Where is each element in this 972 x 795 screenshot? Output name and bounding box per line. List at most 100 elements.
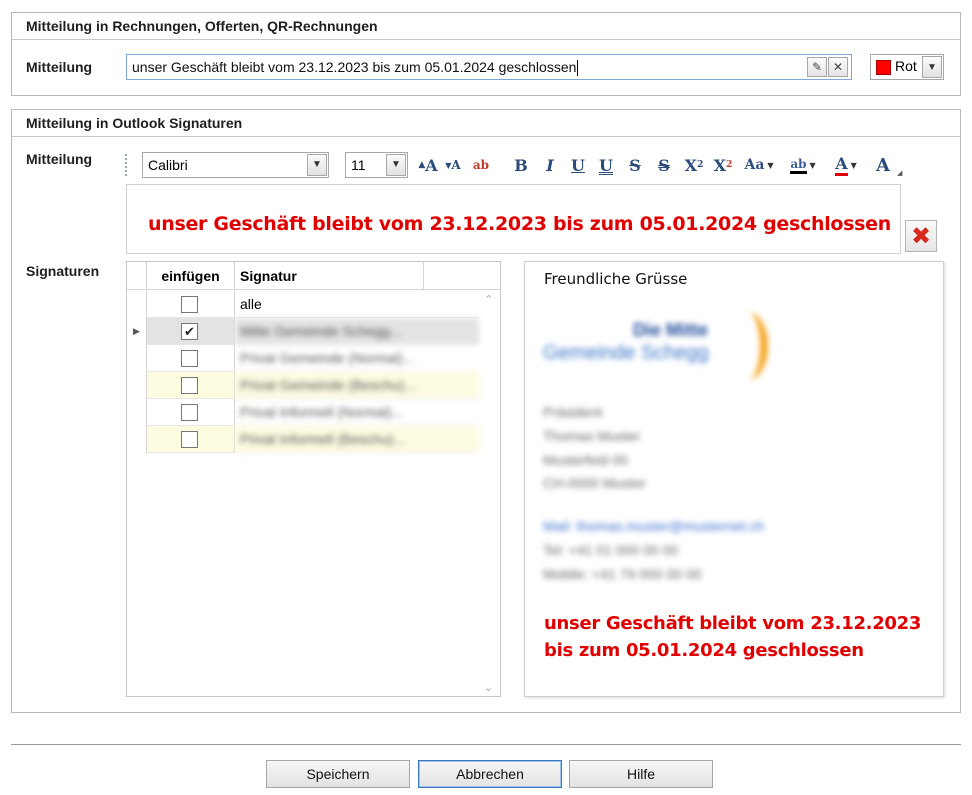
subscript-icon[interactable]: X2 xyxy=(712,154,734,176)
logo-arc xyxy=(728,312,768,380)
preview-line: Tel: +41 01 000 00 00 xyxy=(543,542,679,558)
underline-icon[interactable]: U xyxy=(569,154,587,176)
table-row[interactable]: Privat Gemeinde (Normal)... xyxy=(127,345,479,372)
invoice-message-label: Mitteilung xyxy=(26,59,93,75)
signature-preview: Freundliche Grüsse Die Mitte Gemeinde Sc… xyxy=(524,261,944,697)
font-size-value: 11 xyxy=(351,157,366,173)
grid-header-filler xyxy=(424,262,500,290)
grid-scrollbar[interactable]: ⌃ ⌄ xyxy=(480,291,500,696)
grid-header: einfügen Signatur xyxy=(127,262,500,290)
clear-format-icon[interactable]: ab xyxy=(470,154,492,176)
preview-line: Thomas Muster xyxy=(543,428,641,444)
table-row[interactable]: Privat Informell (Normal)... xyxy=(127,399,479,426)
insert-checkbox[interactable] xyxy=(181,296,198,313)
insert-checkbox[interactable] xyxy=(181,377,198,394)
chevron-down-icon[interactable]: ▼ xyxy=(386,154,406,176)
signature-cell: Privat Informell (Normal)... xyxy=(235,399,479,426)
insert-checkbox[interactable]: ✔ xyxy=(181,323,198,340)
invoice-message-group: Mitteilung in Rechnungen, Offerten, QR-R… xyxy=(11,12,961,96)
outlook-message-label: Mitteilung xyxy=(26,151,93,167)
font-family-select[interactable]: Calibri ▼ xyxy=(142,152,329,178)
insert-cell xyxy=(147,426,235,453)
invoice-message-group-title: Mitteilung in Rechnungen, Offerten, QR-R… xyxy=(12,13,960,40)
table-row[interactable]: ▶ ✔ Mitte Gemeinde Schegg... xyxy=(127,318,479,345)
formatting-toolbar: Calibri ▼ 11 ▼ ▲ A ▼ A ab B I U U S S X2 X… xyxy=(125,151,905,179)
toolbar-grip[interactable] xyxy=(125,154,129,176)
bold-icon[interactable]: B xyxy=(512,154,530,176)
double-underline-icon[interactable]: U xyxy=(597,154,615,176)
outlook-message-group-title: Mitteilung in Outlook Signaturen xyxy=(12,110,960,137)
outlook-message-group: Mitteilung in Outlook Signaturen Mitteil… xyxy=(11,109,961,713)
double-strikethrough-icon[interactable]: S xyxy=(655,154,673,176)
close-icon[interactable]: ✕ xyxy=(828,57,848,77)
preview-line: Mobile: +41 79 000 00 00 xyxy=(543,566,702,582)
signature-cell: Privat Gemeinde (Beschu)... xyxy=(235,372,479,399)
highlight-icon[interactable]: ab ▼ xyxy=(784,154,822,176)
preview-line: Mail: thomas.muster@musternet.ch xyxy=(543,518,765,534)
text-caret xyxy=(577,60,579,77)
font-size-select[interactable]: 11 ▼ xyxy=(345,152,408,178)
grow-font-icon[interactable]: ▲ A xyxy=(417,154,439,176)
font-family-value: Calibri xyxy=(148,157,188,173)
signatures-label: Signaturen xyxy=(26,263,100,279)
preview-line: Musterfeld 00 xyxy=(543,452,628,468)
scroll-up-icon[interactable]: ⌃ xyxy=(484,293,493,306)
chevron-down-icon[interactable]: ▼ xyxy=(922,56,942,78)
preview-line: Präsident xyxy=(543,404,603,420)
text-effects-icon[interactable]: A xyxy=(871,154,895,176)
insert-checkbox[interactable] xyxy=(181,404,198,421)
footer-divider xyxy=(11,744,961,745)
preview-line: CH-0000 Muster xyxy=(543,475,646,491)
insert-cell xyxy=(147,399,235,426)
delete-x-icon[interactable]: ✖ xyxy=(905,220,937,252)
table-row[interactable]: Privat Informell (Beschu)... xyxy=(127,426,479,453)
signatures-grid: einfügen Signatur alle ▶ ✔ Mitte Gemeind… xyxy=(126,261,501,697)
current-row-arrow-icon: ▶ xyxy=(127,318,147,345)
logo-line-1: Die Mitte xyxy=(633,320,709,340)
preview-closure-line-2: bis zum 05.01.2024 geschlossen xyxy=(544,640,864,661)
preview-greeting: Freundliche Grüsse xyxy=(544,270,688,288)
insert-cell: ✔ xyxy=(147,318,235,345)
chevron-down-icon[interactable]: ▼ xyxy=(307,154,327,176)
font-color-icon[interactable]: A ▼ xyxy=(826,154,866,176)
insert-checkbox[interactable] xyxy=(181,350,198,367)
toolbar-overflow-icon[interactable]: ◢ xyxy=(897,169,902,177)
insert-cell xyxy=(147,291,235,318)
grid-header-signature[interactable]: Signatur xyxy=(235,262,424,290)
grid-header-insert[interactable]: einfügen xyxy=(147,262,235,290)
signature-cell: alle xyxy=(235,291,479,318)
insert-cell xyxy=(147,372,235,399)
preview-closure-line-1: unser Geschäft bleibt vom 23.12.2023 xyxy=(544,613,922,634)
signature-cell: Privat Gemeinde (Normal)... xyxy=(235,345,479,372)
superscript-icon[interactable]: X2 xyxy=(683,154,705,176)
help-button[interactable]: Hilfe xyxy=(569,760,713,788)
invoice-message-input[interactable]: unser Geschäft bleibt vom 23.12.2023 bis… xyxy=(126,54,852,80)
save-button[interactable]: Speichern xyxy=(266,760,410,788)
signature-message-editor[interactable]: unser Geschäft bleibt vom 23.12.2023 bis… xyxy=(126,184,901,254)
shrink-font-icon[interactable]: ▼ A xyxy=(443,154,463,176)
invoice-message-value: unser Geschäft bleibt vom 23.12.2023 bis… xyxy=(132,59,577,75)
change-case-icon[interactable]: Aa ▼ xyxy=(739,154,779,176)
logo-line-2: Gemeinde Schegg xyxy=(543,342,709,364)
party-logo: Die Mitte Gemeinde Schegg xyxy=(543,312,773,384)
insert-checkbox[interactable] xyxy=(181,431,198,448)
row-indicator xyxy=(127,372,147,399)
pencil-icon[interactable]: ✎ xyxy=(807,57,827,77)
signature-message-text: unser Geschäft bleibt vom 23.12.2023 bis… xyxy=(148,213,891,235)
strikethrough-icon[interactable]: S xyxy=(626,154,644,176)
row-indicator xyxy=(127,426,147,453)
cancel-button[interactable]: Abbrechen xyxy=(418,760,562,788)
signature-cell: Mitte Gemeinde Schegg... xyxy=(235,318,479,345)
grid-header-indicator xyxy=(127,262,147,290)
row-indicator xyxy=(127,345,147,372)
italic-icon[interactable]: I xyxy=(541,154,559,176)
signature-cell: Privat Informell (Beschu)... xyxy=(235,426,479,453)
scroll-down-icon[interactable]: ⌄ xyxy=(484,681,493,694)
color-select[interactable]: Rot ▼ xyxy=(870,54,944,80)
color-select-value: Rot xyxy=(895,58,917,74)
row-indicator xyxy=(127,399,147,426)
insert-cell xyxy=(147,345,235,372)
color-swatch xyxy=(876,60,891,75)
table-row[interactable]: alle xyxy=(127,291,479,318)
table-row[interactable]: Privat Gemeinde (Beschu)... xyxy=(127,372,479,399)
